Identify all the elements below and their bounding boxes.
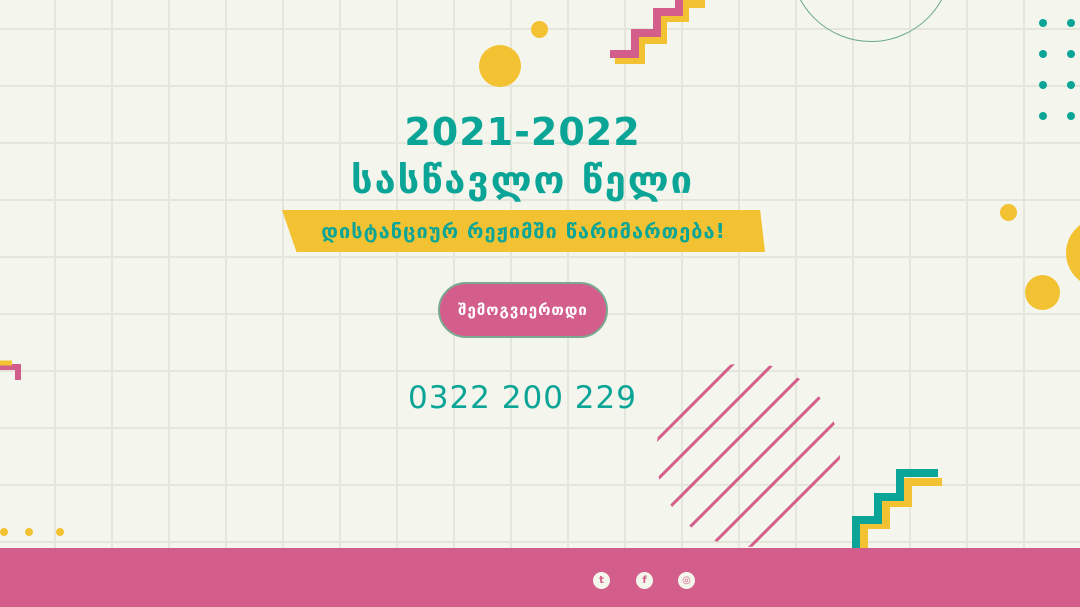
yellow-dot-decoration <box>1000 204 1017 221</box>
phone-number[interactable]: 0322 200 229 <box>0 380 1045 416</box>
footer <box>0 548 1080 607</box>
twitter-icon[interactable]: t <box>593 572 610 589</box>
teal-dots-decoration <box>1039 19 1075 120</box>
yellow-circle-decoration <box>1025 275 1060 310</box>
yellow-dot-decoration <box>531 21 548 38</box>
instagram-icon[interactable]: ◎ <box>678 572 695 589</box>
join-button[interactable]: შემოგვიერთდი <box>438 282 608 338</box>
facebook-icon[interactable]: f <box>636 572 653 589</box>
page-title: სასწავლო წელი <box>350 158 695 202</box>
year-heading: 2021-2022 <box>404 110 641 154</box>
subtitle-text: დისტანციურ რეჟიმში წარიმართება! <box>321 219 726 243</box>
subtitle-banner: დისტანციურ რეჟიმში წარიმართება! <box>282 210 765 252</box>
stairs-decoration <box>0 360 21 380</box>
yellow-circle-edge-decoration <box>1066 225 1080 281</box>
stairs-decoration <box>852 469 942 548</box>
stairs-decoration <box>610 0 705 64</box>
yellow-circle-decoration <box>479 45 521 87</box>
